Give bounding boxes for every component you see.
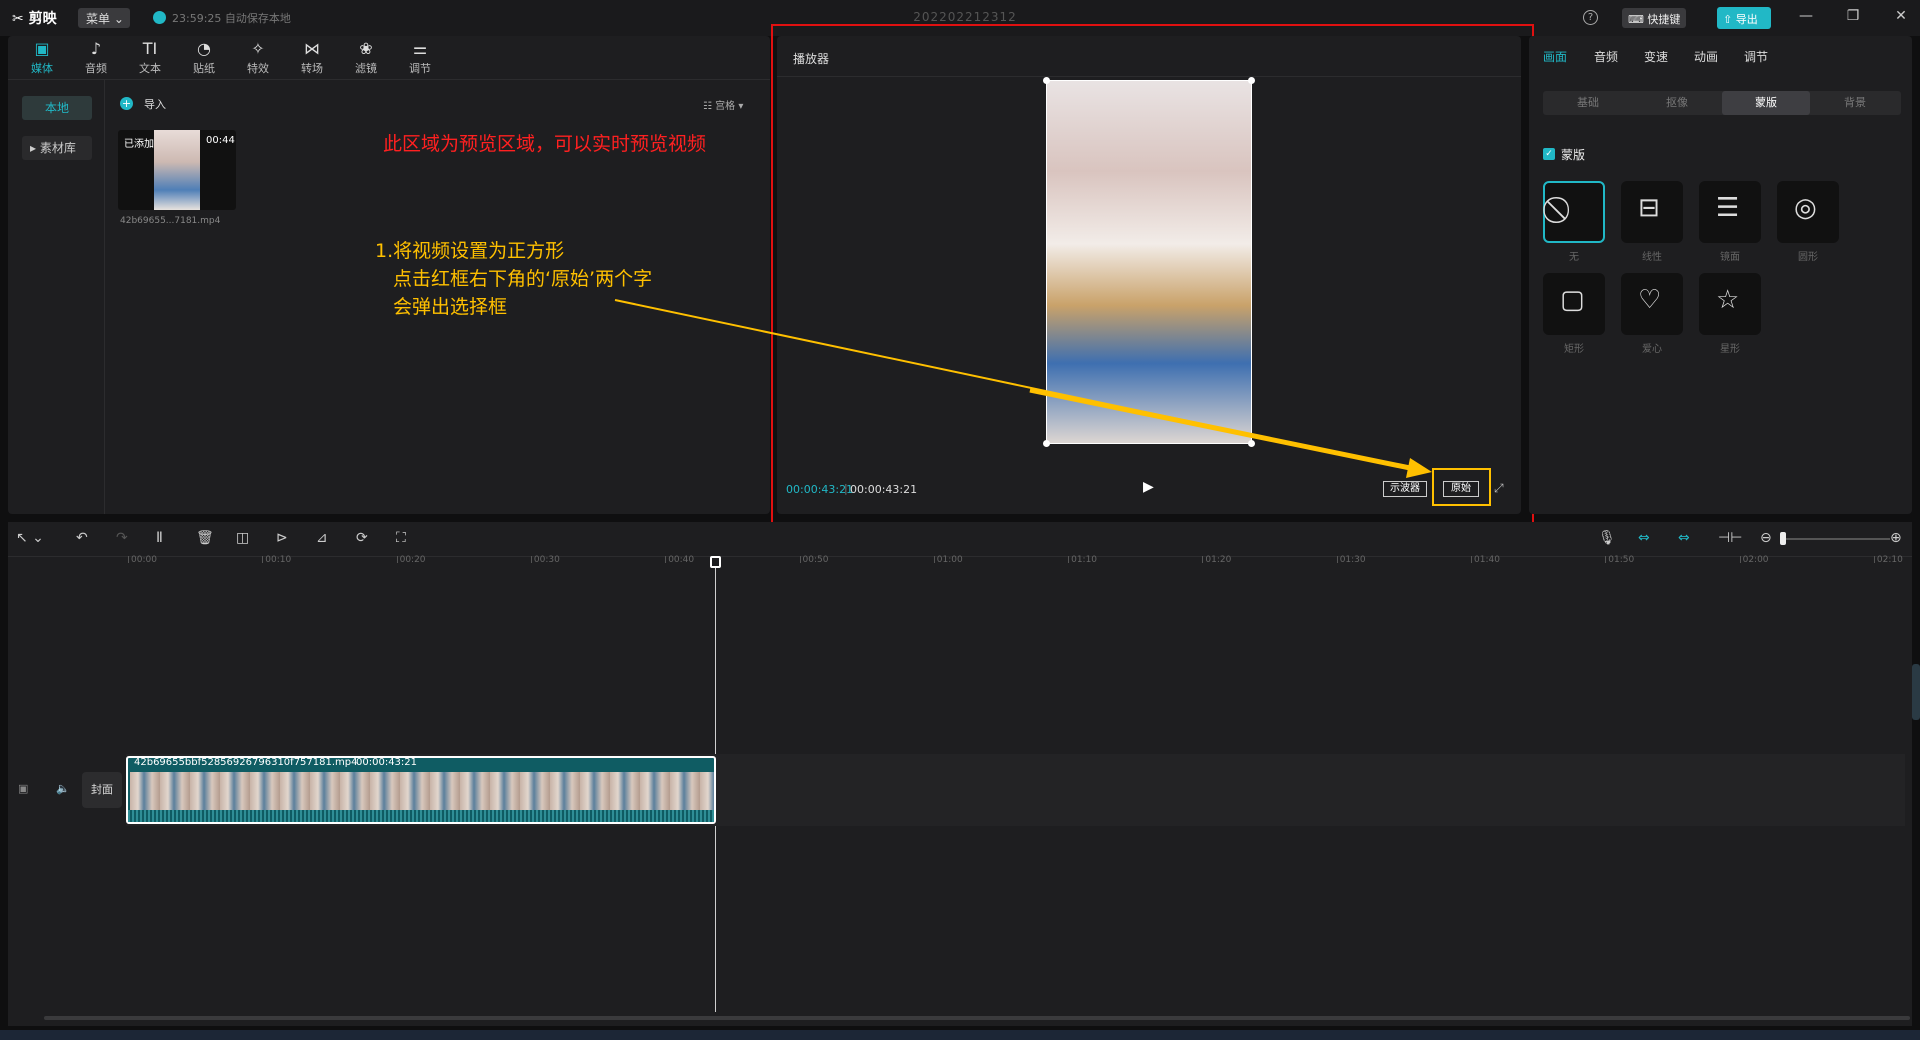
subtab-mask[interactable]: 蒙版 [1722, 91, 1810, 115]
clip-frames [130, 772, 714, 810]
clip-waveform [128, 810, 714, 822]
ruler-label: 01:00 [936, 555, 963, 565]
tab-adjust-props[interactable]: 调节 [1744, 48, 1768, 65]
mask-none[interactable]: ⃠ [1543, 181, 1605, 243]
ruler-tick [933, 556, 935, 563]
ruler-tick [665, 556, 667, 563]
mask-name: 圆形 [1798, 252, 1818, 263]
ruler-tick [530, 556, 532, 563]
ruler-label: 01:40 [1474, 555, 1500, 565]
freeze-icon[interactable]: ◫ [236, 530, 249, 546]
playhead-handle[interactable] [710, 556, 721, 568]
rotate-icon[interactable]: ⟳ [356, 530, 368, 546]
heart-mask-icon: ♡ [1638, 285, 1662, 315]
ruler-tick [128, 556, 129, 563]
mask-name: 无 [1569, 252, 1579, 263]
mask-mirror[interactable]: ☰ [1699, 181, 1761, 243]
track-mute-icon[interactable]: 🔈 [56, 782, 70, 795]
tab-speed[interactable]: 变速 [1644, 48, 1668, 65]
star-mask-icon: ☆ [1716, 285, 1740, 315]
redo-icon[interactable]: ↷ [116, 530, 128, 546]
zoom-slider[interactable] [1780, 538, 1890, 540]
ruler-tick [1873, 556, 1875, 563]
ruler-tick [1336, 556, 1338, 563]
mask-circle[interactable]: ◎ [1777, 181, 1839, 243]
mask-name: 镜面 [1720, 252, 1740, 263]
ruler-tick [1471, 556, 1472, 563]
mask-name: 矩形 [1564, 344, 1584, 355]
tab-animation[interactable]: 动画 [1694, 48, 1718, 65]
undo-icon[interactable]: ↶ [76, 530, 88, 546]
microphone-icon[interactable]: 🎙 [1598, 530, 1616, 546]
subtab-basic[interactable]: 基础 [1544, 91, 1632, 115]
snap-icon[interactable]: ⇔ [1678, 530, 1690, 546]
tab-picture[interactable]: 画面 [1543, 48, 1567, 65]
delete-icon[interactable]: 🗑 [196, 530, 214, 546]
mask-name: 爱心 [1642, 344, 1662, 355]
zoom-in-icon[interactable]: ⊕ [1890, 530, 1902, 546]
subtab-background[interactable]: 背景 [1811, 91, 1899, 115]
link-main-track-icon[interactable]: ⇔ [1638, 530, 1650, 546]
circle-mask-icon: ◎ [1794, 193, 1817, 223]
ruler-tick [1605, 556, 1607, 563]
track-lock-icon[interactable]: ▣ [18, 782, 28, 795]
ruler-label: 02:10 [1876, 555, 1903, 565]
horizontal-scrollbar[interactable] [44, 1016, 1910, 1020]
rect-mask-icon: ▢ [1560, 285, 1585, 315]
mask-label: 蒙版 [1561, 148, 1586, 162]
reverse-icon[interactable]: ⊳ [276, 530, 288, 546]
tab-audio-props[interactable]: 音频 [1594, 48, 1618, 65]
mask-linear[interactable]: ⊟ [1621, 181, 1683, 243]
ruler-tick [1202, 556, 1204, 563]
subtab-cutout[interactable]: 抠像 [1633, 91, 1721, 115]
ruler-label: 02:00 [1742, 555, 1769, 565]
crop-icon[interactable]: ⛶ [396, 530, 406, 546]
ruler-tick [1739, 556, 1741, 563]
clip-duration: 00:00:43:21 [356, 757, 418, 768]
mirror-mask-icon: ☰ [1716, 193, 1740, 223]
select-tool-icon[interactable]: ↖ ⌄ [16, 530, 44, 546]
ruler-label: 00:20 [399, 555, 426, 565]
vertical-scrollbar[interactable] [1912, 664, 1920, 720]
clip-filename: 42b69655bbf52856926796310f757181.mp4 [134, 757, 358, 768]
ruler-tick [799, 556, 801, 563]
ruler-label: 00:30 [533, 555, 560, 565]
cover-button[interactable]: 封面 [82, 772, 122, 808]
mask-name: 星形 [1720, 344, 1740, 355]
ruler-label: 00:00 [131, 555, 157, 565]
zoom-slider-thumb[interactable] [1780, 532, 1786, 545]
ruler-label: 01:30 [1339, 555, 1366, 565]
ruler-tick [396, 556, 398, 563]
ruler-tick [262, 556, 264, 563]
mirror-icon[interactable]: ⊿ [316, 530, 328, 546]
ruler-label: 00:10 [265, 555, 292, 565]
ruler-tick [1068, 556, 1070, 563]
split-icon[interactable]: Ⅱ [156, 530, 163, 546]
mask-checkbox[interactable]: ✓ [1543, 148, 1555, 160]
linear-mask-icon: ⊟ [1638, 193, 1660, 223]
ruler-label: 00:50 [802, 555, 829, 565]
ruler-label: 01:10 [1071, 555, 1098, 565]
mask-heart[interactable]: ♡ [1621, 273, 1683, 335]
ruler-label: 01:50 [1608, 555, 1635, 565]
ruler-label: 01:20 [1205, 555, 1232, 565]
mask-rect[interactable]: ▢ [1543, 273, 1605, 335]
taskbar-strip [0, 1030, 1920, 1040]
zoom-out-icon[interactable]: ⊖ [1760, 530, 1772, 546]
preview-axis-icon[interactable]: ⊣⊢ [1718, 530, 1742, 546]
mask-name: 线性 [1642, 252, 1662, 263]
mask-star[interactable]: ☆ [1699, 273, 1761, 335]
ruler-label: 00:40 [668, 555, 695, 565]
